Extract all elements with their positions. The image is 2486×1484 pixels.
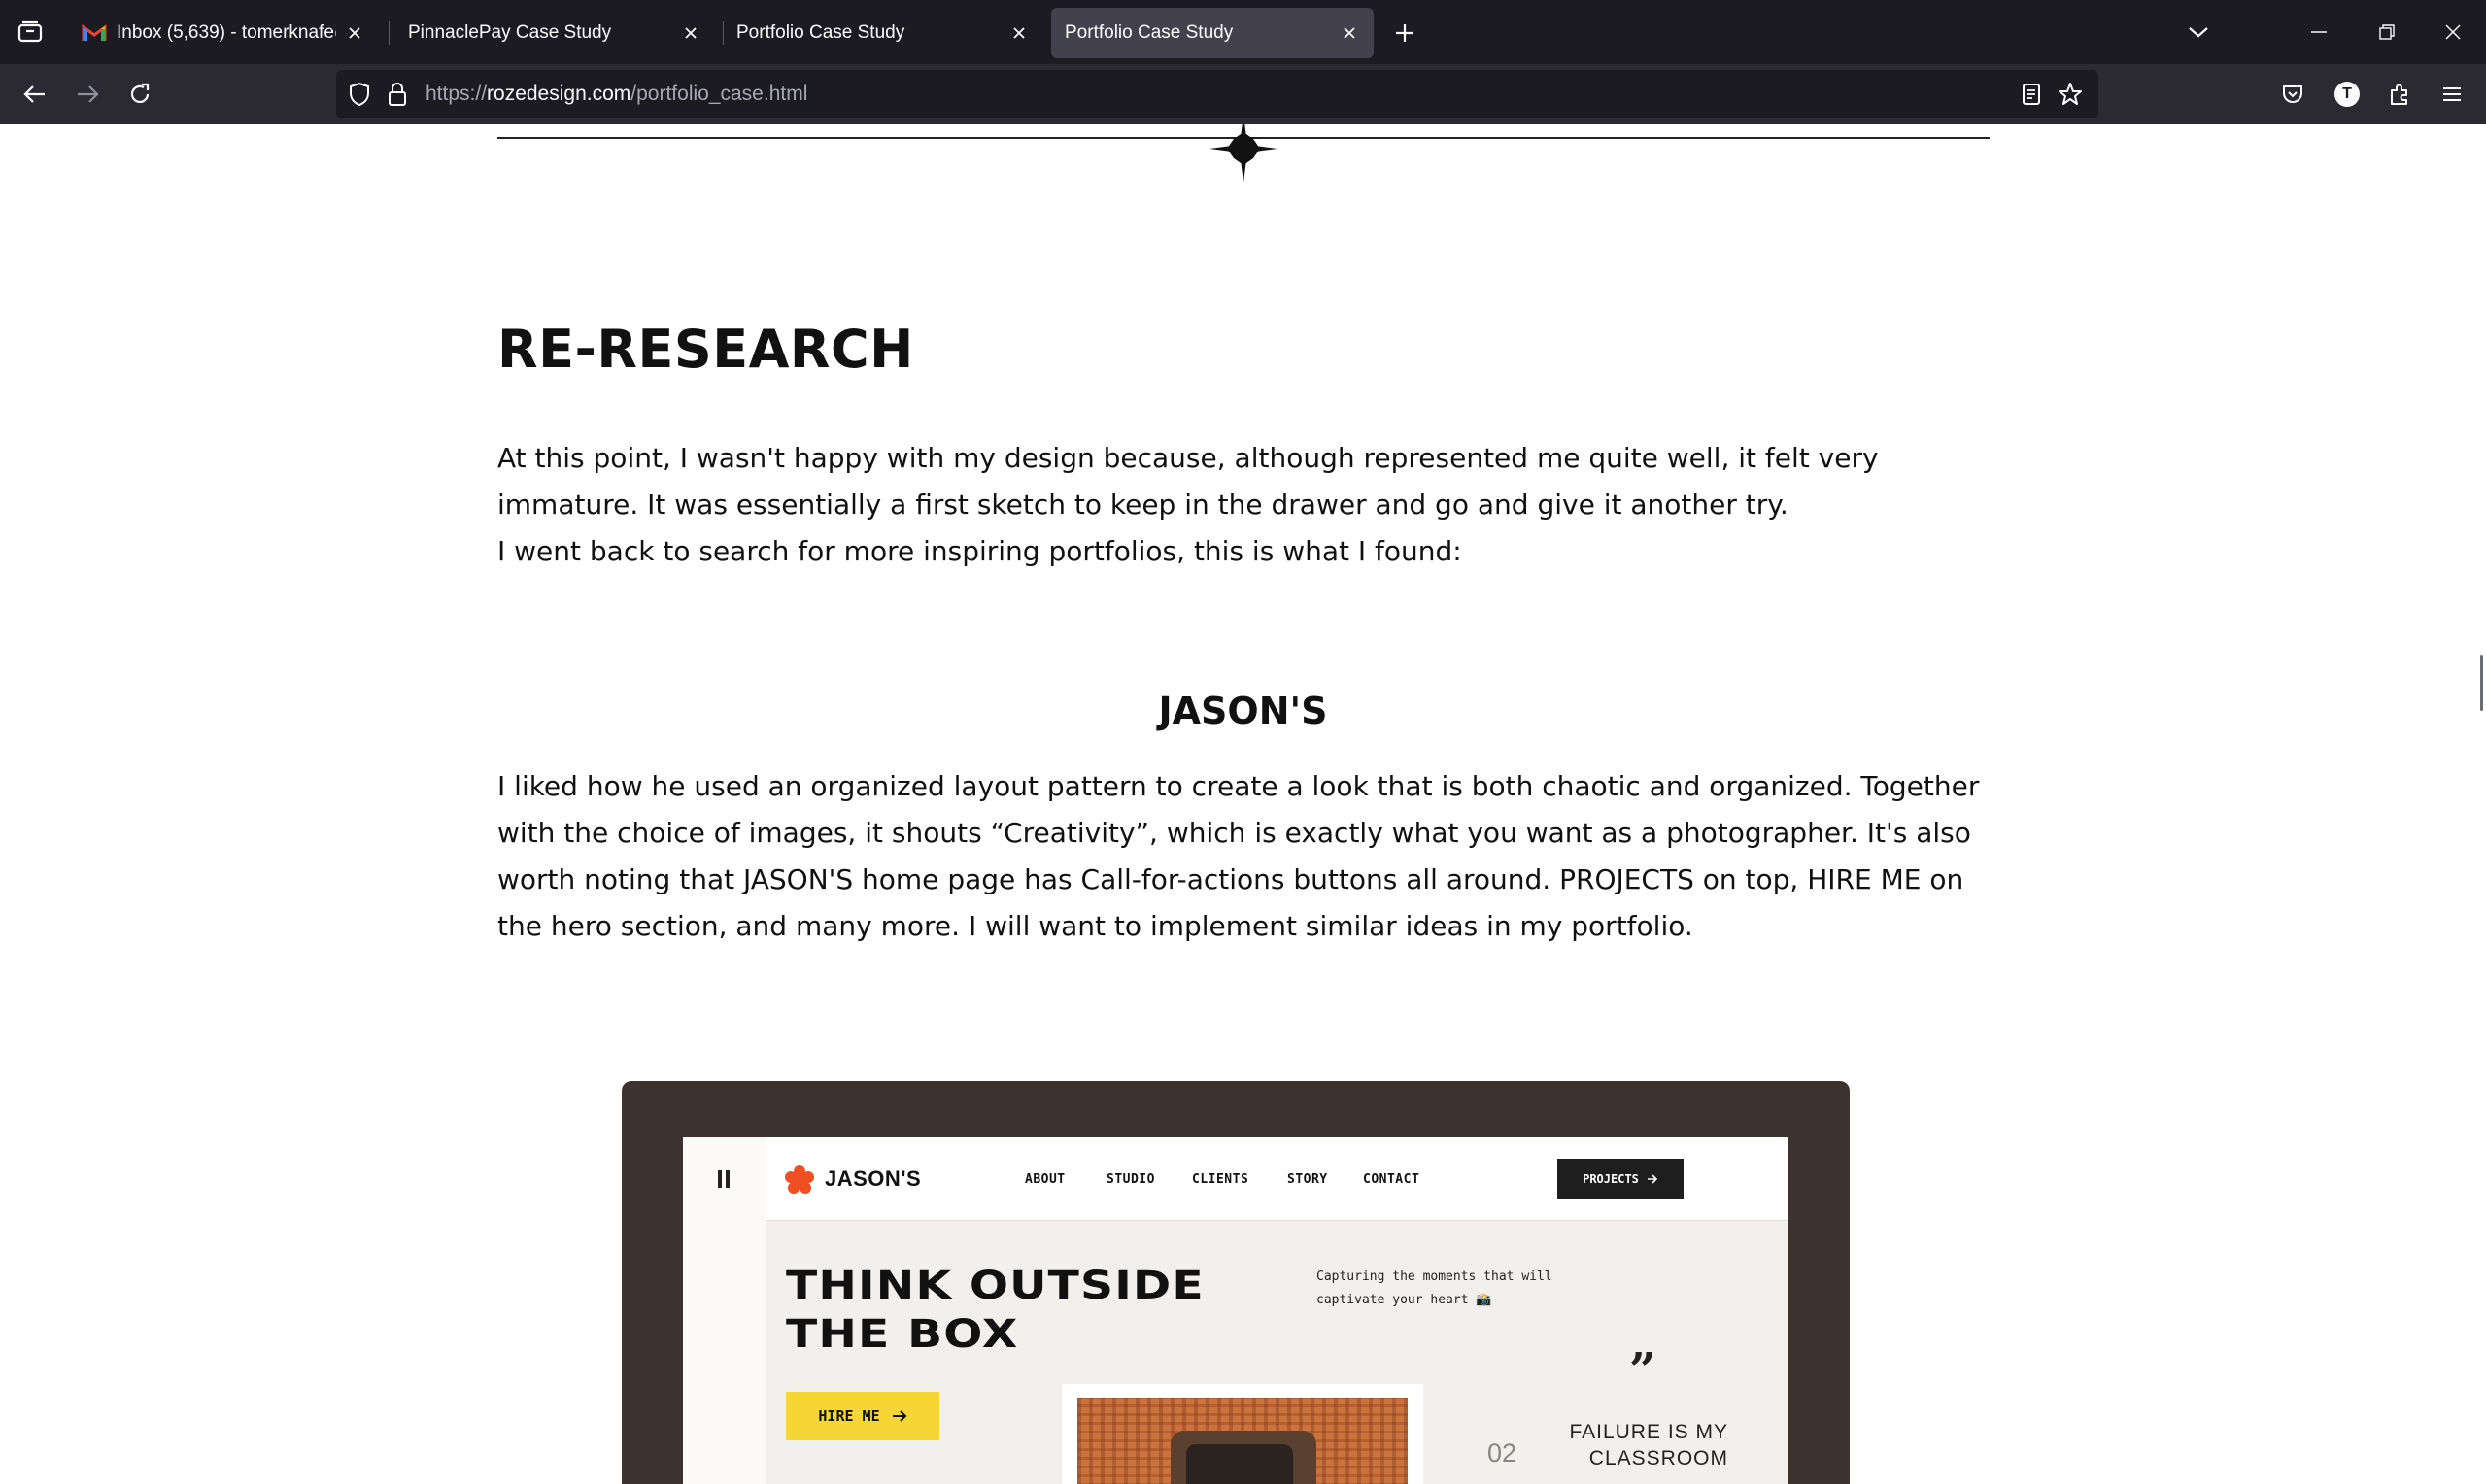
example-caption-line: Capturing the moments that will [1316, 1269, 1552, 1284]
example-nav-contact: CONTACT [1363, 1172, 1420, 1187]
example-nav-about: ABOUT [1025, 1172, 1066, 1187]
avatar: T [2334, 82, 2360, 107]
restore-icon [2379, 24, 2395, 40]
example-quote-text: FAILURE IS MY CLASSROOM [1538, 1419, 1728, 1471]
pocket-button[interactable] [2275, 77, 2310, 112]
url-text[interactable]: https://rozedesign.com/portfolio_case.ht… [426, 83, 807, 106]
arrow-left-icon [23, 85, 45, 103]
shield-icon[interactable] [348, 82, 371, 107]
intro-paragraph: At this point, I wasn't happy with my de… [497, 435, 2013, 575]
reload-button[interactable] [122, 77, 157, 112]
flower-logo-icon [785, 1165, 814, 1194]
close-icon [2445, 24, 2461, 40]
tab-pinnaclepay[interactable]: PinnaclePay Case Study [394, 8, 715, 58]
bookmark-star-icon[interactable] [2058, 82, 2083, 107]
example-nav-story: STORY [1287, 1172, 1328, 1187]
tab-title: PinnaclePay Case Study [408, 22, 612, 43]
example-screenshot: JASON'S ABOUT STUDIO CLIENTS STORY CONTA… [683, 1137, 1788, 1484]
tab-separator [389, 21, 390, 45]
minimize-icon [2311, 31, 2327, 33]
page-content: RE-RESEARCH At this point, I wasn't happ… [0, 124, 2486, 1484]
menu-button[interactable] [2435, 77, 2469, 112]
example-hero-title: THINK OUTSIDE THE BOX [786, 1262, 1205, 1359]
close-tab-icon[interactable] [344, 22, 365, 44]
example-caption: Capturing the moments that will captivat… [1316, 1265, 1552, 1312]
example-photo-card [1062, 1384, 1423, 1484]
example-sidebar [683, 1137, 766, 1484]
tab-title: Portfolio Case Study [736, 22, 905, 43]
close-tab-icon[interactable] [1008, 22, 1030, 44]
account-button[interactable]: T [2330, 77, 2365, 112]
example-photo [1077, 1398, 1408, 1484]
example-nav-clients: CLIENTS [1192, 1172, 1249, 1187]
tab-portfolio-active[interactable]: Portfolio Case Study [1051, 8, 1374, 58]
tab-inbox[interactable]: Inbox (5,639) - tomerknafe@gm [68, 8, 379, 58]
tab-overview-button[interactable] [0, 0, 60, 64]
url-path: /portfolio_case.html [630, 83, 808, 105]
close-tab-icon[interactable] [680, 22, 701, 44]
lock-icon[interactable] [387, 82, 408, 107]
puzzle-icon [2391, 84, 2407, 105]
gmail-icon [82, 24, 107, 41]
chevron-down-icon [2189, 27, 2208, 38]
tv-illustration [1171, 1431, 1316, 1484]
section-title: RE-RESEARCH [497, 319, 914, 380]
tab-bar: Inbox (5,639) - tomerknafe@gm PinnaclePa… [0, 0, 2486, 64]
plus-icon [1396, 24, 1413, 42]
pause-icon [718, 1170, 733, 1188]
minimize-button[interactable] [2285, 0, 2353, 64]
reload-icon [130, 83, 150, 103]
pocket-icon [2283, 85, 2302, 103]
example-hero-line: THE BOX [786, 1312, 1019, 1357]
tab-title: Inbox (5,639) - tomerknafe@gm [117, 22, 336, 43]
navigation-bar: https://rozedesign.com/portfolio_case.ht… [0, 64, 2486, 124]
example-projects-label: PROJECTS [1583, 1172, 1639, 1186]
back-button[interactable] [17, 77, 52, 112]
intro-line: I went back to search for more inspiring… [497, 535, 1462, 567]
page-scrollbar-thumb[interactable] [2480, 655, 2483, 711]
arrow-right-icon [78, 85, 99, 103]
example-hire-button: HIRE ME [786, 1392, 939, 1440]
tab-overview-icon [17, 20, 43, 43]
sparkle-star-icon [1209, 124, 1277, 183]
hamburger-icon [2443, 87, 2461, 101]
tab-portfolio-1[interactable]: Portfolio Case Study [723, 8, 1043, 58]
example-quote-line: CLASSROOM [1588, 1447, 1728, 1469]
forward-button[interactable] [70, 77, 105, 112]
example-title: JASON'S [1158, 690, 1328, 732]
example-caption-line: captivate your heart 📸 [1316, 1293, 1492, 1307]
close-window-button[interactable] [2419, 0, 2486, 64]
extensions-button[interactable] [2382, 77, 2417, 112]
restore-button[interactable] [2353, 0, 2421, 64]
example-quote-line: FAILURE IS MY [1569, 1421, 1728, 1443]
arrow-right-icon [892, 1410, 907, 1422]
example-logo-text: JASON'S [825, 1166, 922, 1191]
new-tab-button[interactable] [1387, 16, 1422, 51]
example-nav-studio: STUDIO [1107, 1172, 1155, 1187]
quote-mark-icon: ” [1629, 1343, 1656, 1398]
example-hire-label: HIRE ME [818, 1407, 880, 1425]
url-bar[interactable]: https://rozedesign.com/portfolio_case.ht… [336, 70, 2098, 118]
example-hero-line: THINK OUTSIDE [786, 1264, 1205, 1308]
list-all-tabs-button[interactable] [2164, 0, 2232, 64]
avatar-initial: T [2342, 85, 2352, 102]
url-scheme: https:// [426, 83, 488, 105]
close-tab-icon[interactable] [1339, 22, 1360, 44]
reader-view-icon[interactable] [2021, 83, 2042, 106]
arrow-right-icon [1647, 1174, 1658, 1184]
url-host: rozedesign.com [487, 83, 631, 105]
example-paragraph: I liked how he used an organized layout … [497, 770, 1980, 942]
intro-line: At this point, I wasn't happy with my de… [497, 442, 1879, 521]
example-screenshot-frame: JASON'S ABOUT STUDIO CLIENTS STORY CONTA… [622, 1081, 1850, 1484]
tab-title: Portfolio Case Study [1065, 22, 1234, 43]
example-projects-button: PROJECTS [1557, 1159, 1684, 1199]
example-counter: 02 [1487, 1438, 1517, 1467]
